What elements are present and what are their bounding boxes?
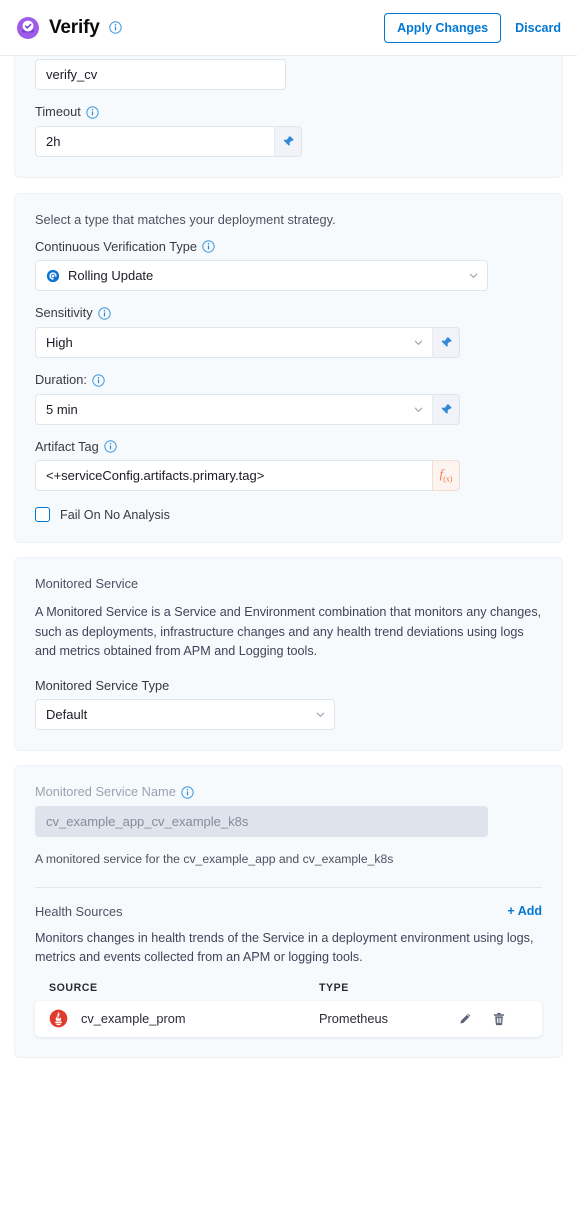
- header-title-group: Verify: [16, 16, 384, 40]
- cv-type-label: Continuous Verification Type: [35, 239, 542, 256]
- fail-on-no-analysis-row[interactable]: Fail On No Analysis: [35, 507, 542, 523]
- pin-icon: [440, 337, 452, 347]
- timeout-pin-button[interactable]: [274, 125, 302, 157]
- info-icon[interactable]: [104, 440, 117, 454]
- sensitivity-field: Sensitivity High: [35, 305, 542, 358]
- health-sources-description: Monitors changes in health trends of the…: [35, 930, 534, 965]
- monitored-service-type-label: Monitored Service Type: [35, 678, 542, 695]
- trash-icon[interactable]: [492, 1012, 506, 1026]
- row-actions: [458, 1012, 528, 1026]
- monitored-service-card: Monitored Service A Monitored Service is…: [14, 557, 563, 752]
- info-icon[interactable]: [181, 786, 194, 799]
- section-divider: [35, 886, 542, 888]
- discard-button[interactable]: Discard: [515, 21, 563, 35]
- monitored-service-name-input-wrap: cv_example_app_cv_example_k8s: [35, 805, 488, 837]
- sensitivity-label-text: Sensitivity: [35, 305, 93, 321]
- monitored-service-type-field: Monitored Service Type Default: [35, 678, 542, 731]
- add-health-source-button[interactable]: + Add: [507, 904, 542, 918]
- monitored-service-name-helper: A monitored service for the cv_example_a…: [35, 851, 394, 866]
- cv-type-value: Rolling Update: [68, 268, 154, 284]
- fail-on-no-analysis-checkbox[interactable]: [35, 507, 50, 523]
- info-icon[interactable]: [108, 21, 122, 34]
- monitored-service-name-label-text: Monitored Service Name: [35, 784, 176, 800]
- chevron-down-icon: [414, 340, 423, 345]
- sensitivity-value: High: [46, 334, 73, 350]
- info-icon[interactable]: [92, 373, 105, 387]
- expression-fx-button[interactable]: f(x): [432, 460, 460, 492]
- health-sources-title: Health Sources: [35, 903, 123, 919]
- info-icon[interactable]: [202, 240, 215, 254]
- monitored-service-heading: Monitored Service: [35, 576, 139, 592]
- artifact-tag-input[interactable]: <+serviceConfig.artifacts.primary.tag>: [35, 460, 432, 492]
- cv-intro-text: Select a type that matches your deployme…: [35, 211, 336, 227]
- artifact-tag-input-wrap: <+serviceConfig.artifacts.primary.tag> f…: [35, 460, 460, 492]
- monitored-service-type-value: Default: [46, 707, 88, 723]
- duration-label-text: Duration:: [35, 371, 87, 387]
- step-settings-card: verify_cv Timeout 2h: [14, 56, 563, 178]
- page-header: Verify Apply Changes Discard: [0, 0, 577, 56]
- table-row[interactable]: cv_example_prom Prometheus: [35, 1000, 542, 1037]
- cv-type-select-wrap: Rolling Update: [35, 260, 488, 292]
- page-title: Verify: [49, 16, 100, 38]
- apply-changes-button[interactable]: Apply Changes: [384, 12, 502, 43]
- sensitivity-select-wrap: High: [35, 326, 460, 358]
- duration-value: 5 min: [46, 401, 78, 417]
- monitored-service-name-input: cv_example_app_cv_example_k8s: [35, 805, 488, 837]
- fail-on-no-analysis-label: Fail On No Analysis: [60, 507, 170, 522]
- pin-icon: [282, 135, 294, 146]
- sensitivity-select[interactable]: High: [35, 326, 432, 358]
- continuous-verification-card: Select a type that matches your deployme…: [14, 192, 563, 544]
- sensitivity-pin-button[interactable]: [432, 326, 460, 358]
- timeout-field: Timeout 2h: [35, 104, 542, 157]
- table-header-row: SOURCE TYPE: [35, 982, 542, 1001]
- monitored-service-name-label: Monitored Service Name: [35, 784, 542, 801]
- artifact-tag-field: Artifact Tag <+serviceConfig.artifacts.p…: [35, 439, 542, 492]
- cv-type-field: Continuous Verification Type Rolling Upd…: [35, 239, 542, 292]
- fx-sub: (x): [443, 474, 453, 484]
- timeout-label: Timeout: [35, 104, 542, 121]
- timeout-label-text: Timeout: [35, 104, 81, 119]
- step-name-field: verify_cv: [35, 56, 542, 90]
- rolling-update-icon: [46, 269, 60, 282]
- duration-label: Duration:: [35, 372, 542, 389]
- step-name-input-wrap: verify_cv: [35, 59, 286, 90]
- health-source-cell: cv_example_prom: [49, 1009, 319, 1028]
- monitored-service-type-select[interactable]: Default: [35, 699, 335, 731]
- verify-icon: [17, 16, 39, 39]
- prometheus-icon: [49, 1009, 68, 1028]
- artifact-tag-label: Artifact Tag: [35, 439, 542, 456]
- fx-icon: f(x): [439, 466, 453, 484]
- monitored-service-description: A Monitored Service is a Service and Env…: [35, 605, 542, 659]
- monitored-service-name-field: Monitored Service Name cv_example_app_cv…: [35, 784, 542, 837]
- column-header-source: SOURCE: [49, 981, 98, 994]
- header-actions: Apply Changes Discard: [384, 12, 563, 43]
- timeout-input-wrap: 2h: [35, 125, 302, 157]
- monitored-service-type-label-text: Monitored Service Type: [35, 677, 170, 693]
- health-source-name: cv_example_prom: [81, 1011, 186, 1027]
- cv-type-select[interactable]: Rolling Update: [35, 260, 488, 292]
- artifact-tag-label-text: Artifact Tag: [35, 438, 99, 454]
- chevron-down-icon: [469, 273, 478, 279]
- cv-type-label-text: Continuous Verification Type: [35, 238, 197, 254]
- duration-field: Duration: 5 min: [35, 372, 542, 425]
- health-sources-table: SOURCE TYPE cv_example_prom Prometheus: [35, 982, 542, 1037]
- health-source-type: Prometheus: [319, 1011, 388, 1027]
- pencil-icon[interactable]: [458, 1012, 472, 1026]
- duration-pin-button[interactable]: [432, 393, 460, 425]
- settings-scroll-area[interactable]: verify_cv Timeout 2h Select a type that …: [0, 56, 577, 1209]
- info-icon[interactable]: [86, 106, 99, 119]
- monitored-service-type-select-wrap: Default: [35, 699, 335, 731]
- health-sources-header: Health Sources + Add: [35, 904, 542, 919]
- column-header-type: TYPE: [319, 981, 349, 994]
- chevron-down-icon: [414, 407, 423, 412]
- chevron-down-icon: [316, 712, 325, 718]
- timeout-input[interactable]: 2h: [35, 125, 274, 157]
- monitored-service-name-card: Monitored Service Name cv_example_app_cv…: [14, 765, 563, 1058]
- sensitivity-label: Sensitivity: [35, 305, 542, 322]
- duration-select[interactable]: 5 min: [35, 393, 432, 425]
- step-name-input[interactable]: verify_cv: [35, 59, 286, 90]
- pin-icon: [440, 403, 452, 414]
- info-icon[interactable]: [97, 307, 111, 320]
- duration-select-wrap: 5 min: [35, 393, 460, 425]
